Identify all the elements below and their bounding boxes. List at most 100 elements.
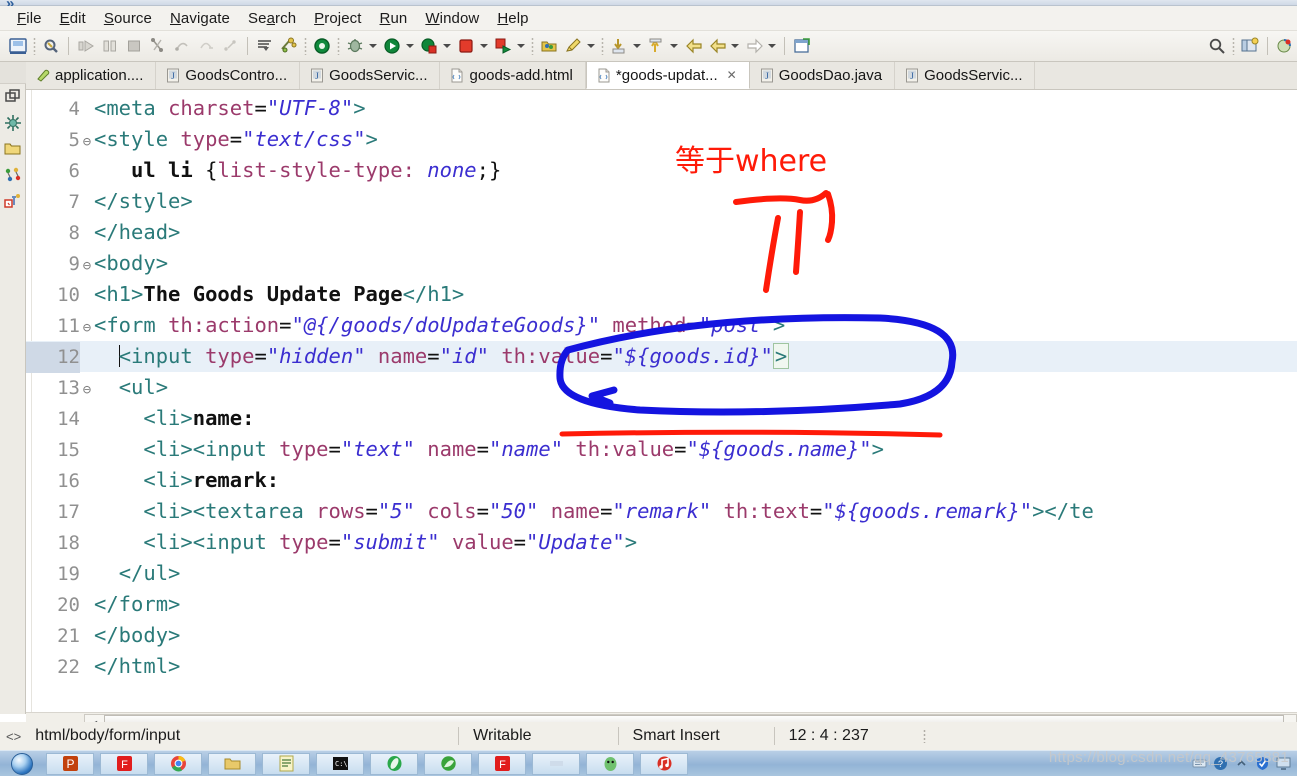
new-java-package-icon[interactable] — [537, 34, 561, 58]
code-line-16[interactable]: 16 <li>remark: — [26, 465, 1297, 496]
editor-tab-4[interactable]: *goods-updat... ✕ — [585, 61, 750, 89]
menu-item-window[interactable]: Window — [416, 8, 488, 29]
new-dropdown-arrow-icon[interactable] — [585, 34, 598, 58]
code-line-22[interactable]: 22 </html> — [26, 651, 1297, 682]
menu-item-navigate[interactable]: Navigate — [161, 8, 239, 29]
editor-tab-2[interactable]: J GoodsServic... — [300, 62, 441, 89]
taskbar-button-notes[interactable] — [262, 752, 310, 775]
menu-item-search[interactable]: Search — [239, 8, 305, 29]
coverage-icon[interactable] — [417, 34, 441, 58]
code-line-17[interactable]: 17 <li><textarea rows="5" cols="50" name… — [26, 496, 1297, 527]
code-text[interactable]: </html> — [94, 651, 180, 682]
fold-marker-icon[interactable]: ⊖ — [80, 313, 94, 344]
editor-tab-5[interactable]: J GoodsDao.java — [749, 62, 896, 89]
tab-close-icon[interactable]: ✕ — [727, 68, 737, 82]
menu-item-help[interactable]: Help — [488, 8, 537, 29]
next-dropdown-arrow-icon[interactable] — [766, 34, 779, 58]
breadcrumb[interactable]: html/body/form/input — [21, 727, 194, 745]
debug-icon[interactable] — [343, 34, 367, 58]
code-text[interactable]: </body> — [94, 620, 180, 651]
next-icon[interactable] — [742, 34, 766, 58]
editor-tab-1[interactable]: J GoodsContro... — [156, 62, 301, 89]
quick-access-search-icon[interactable] — [39, 34, 63, 58]
code-text[interactable]: <li><input type="text" name="name" th:va… — [94, 434, 884, 465]
run-dropdown-arrow-icon[interactable] — [404, 34, 417, 58]
code-text[interactable]: <body> — [94, 248, 168, 279]
restore-icon[interactable] — [4, 88, 22, 106]
code-text[interactable]: <ul> — [94, 372, 168, 403]
code-text[interactable]: </form> — [94, 589, 180, 620]
taskbar-button-format-factory-2[interactable]: F — [478, 752, 526, 775]
code-line-10[interactable]: 10 <h1>The Goods Update Page</h1> — [26, 279, 1297, 310]
menu-item-edit[interactable]: Edit — [51, 8, 95, 29]
code-line-21[interactable]: 21 </body> — [26, 620, 1297, 651]
fold-marker-icon[interactable]: ⊖ — [80, 375, 94, 406]
code-line-5[interactable]: 5 ⊖ <style type="text/css"> — [26, 124, 1297, 155]
code-text[interactable]: <input type="hidden" name="id" th:value=… — [94, 341, 790, 372]
stop-icon[interactable] — [122, 34, 146, 58]
code-text[interactable]: <h1>The Goods Update Page</h1> — [94, 279, 464, 310]
code-text[interactable]: <li><textarea rows="5" cols="50" name="r… — [94, 496, 1093, 527]
editor-tab-0[interactable]: application.... — [26, 62, 157, 89]
code-lines[interactable]: 4 <meta charset="UTF-8"> 5 ⊖ <style type="te… — [26, 93, 1297, 682]
search-icon[interactable] — [1205, 34, 1229, 58]
pause-icon[interactable] — [98, 34, 122, 58]
taskbar-button-cmd[interactable]: C:\ — [316, 752, 364, 775]
project-explorer-icon[interactable] — [4, 140, 22, 158]
code-line-11[interactable]: 11 ⊖ <form th:action="@{/goods/doUpdateGoo… — [26, 310, 1297, 341]
code-line-9[interactable]: 9 ⊖ <body> — [26, 248, 1297, 279]
code-line-14[interactable]: 14 <li>name: — [26, 403, 1297, 434]
open-type-icon[interactable] — [253, 34, 277, 58]
resume-icon[interactable] — [194, 34, 218, 58]
code-line-18[interactable]: 18 <li><input type="submit" value="Updat… — [26, 527, 1297, 558]
code-line-7[interactable]: 7 </style> — [26, 186, 1297, 217]
code-text[interactable]: </style> — [94, 186, 193, 217]
taskbar-button-music[interactable] — [640, 752, 688, 775]
taskbar-button-folder[interactable] — [208, 752, 256, 775]
code-line-15[interactable]: 15 <li><input type="text" name="name" th… — [26, 434, 1297, 465]
taskbar-button-qq[interactable] — [586, 752, 634, 775]
perspective-icon[interactable] — [1238, 34, 1262, 58]
code-text[interactable]: <meta charset="UTF-8"> — [94, 93, 366, 124]
new-window-icon[interactable] — [790, 34, 814, 58]
step-into-icon[interactable] — [146, 34, 170, 58]
run-icon[interactable] — [380, 34, 404, 58]
code-line-13[interactable]: 13 ⊖ <ul> — [26, 372, 1297, 403]
menu-item-file[interactable]: File — [8, 8, 51, 29]
validate-icon[interactable] — [310, 34, 334, 58]
step-over-icon[interactable] — [74, 34, 98, 58]
taskbar-button-leaf[interactable] — [424, 752, 472, 775]
taskbar-button-format-factory[interactable]: F — [100, 752, 148, 775]
code-text[interactable]: <li><input type="submit" value="Update"> — [94, 527, 637, 558]
terminate-icon[interactable] — [454, 34, 478, 58]
code-editor[interactable]: 4 <meta charset="UTF-8"> 5 ⊖ <style type="te… — [26, 90, 1297, 712]
code-line-12[interactable]: 12 <input type="hidden" name="id" th:val… — [26, 341, 1297, 373]
open-task-icon[interactable] — [277, 34, 301, 58]
run-last-dropdown-arrow-icon[interactable] — [515, 34, 528, 58]
coverage-dropdown-arrow-icon[interactable] — [441, 34, 454, 58]
fold-marker-icon[interactable]: ⊖ — [80, 251, 94, 282]
fold-marker-icon[interactable]: ⊖ — [80, 127, 94, 158]
menu-item-run[interactable]: Run — [371, 8, 417, 29]
code-text[interactable]: </head> — [94, 217, 180, 248]
outline-icon[interactable] — [4, 166, 22, 184]
new-annotation-icon[interactable] — [561, 34, 585, 58]
editor-tab-3[interactable]: goods-add.html — [440, 62, 586, 89]
servers-icon[interactable] — [4, 192, 22, 210]
code-text[interactable]: <li>remark: — [94, 465, 279, 496]
code-line-20[interactable]: 20 </form> — [26, 589, 1297, 620]
package-explorer-icon[interactable] — [4, 114, 22, 132]
terminate-dropdown-arrow-icon[interactable] — [478, 34, 491, 58]
forward-icon[interactable] — [705, 34, 729, 58]
code-text[interactable]: <li>name: — [94, 403, 254, 434]
save-icon[interactable] — [6, 34, 30, 58]
debug-dropdown-arrow-icon[interactable] — [367, 34, 380, 58]
nav-dropdown-arrow-icon[interactable] — [729, 34, 742, 58]
menu-item-source[interactable]: Source — [95, 8, 161, 29]
java-ee-perspective-icon[interactable] — [1273, 34, 1297, 58]
upload-icon[interactable] — [644, 34, 668, 58]
upload-dropdown-arrow-icon[interactable] — [668, 34, 681, 58]
code-text[interactable]: <style type="text/css"> — [94, 124, 378, 155]
back-icon[interactable] — [681, 34, 705, 58]
taskbar-button-powerpoint[interactable]: P — [46, 752, 94, 775]
